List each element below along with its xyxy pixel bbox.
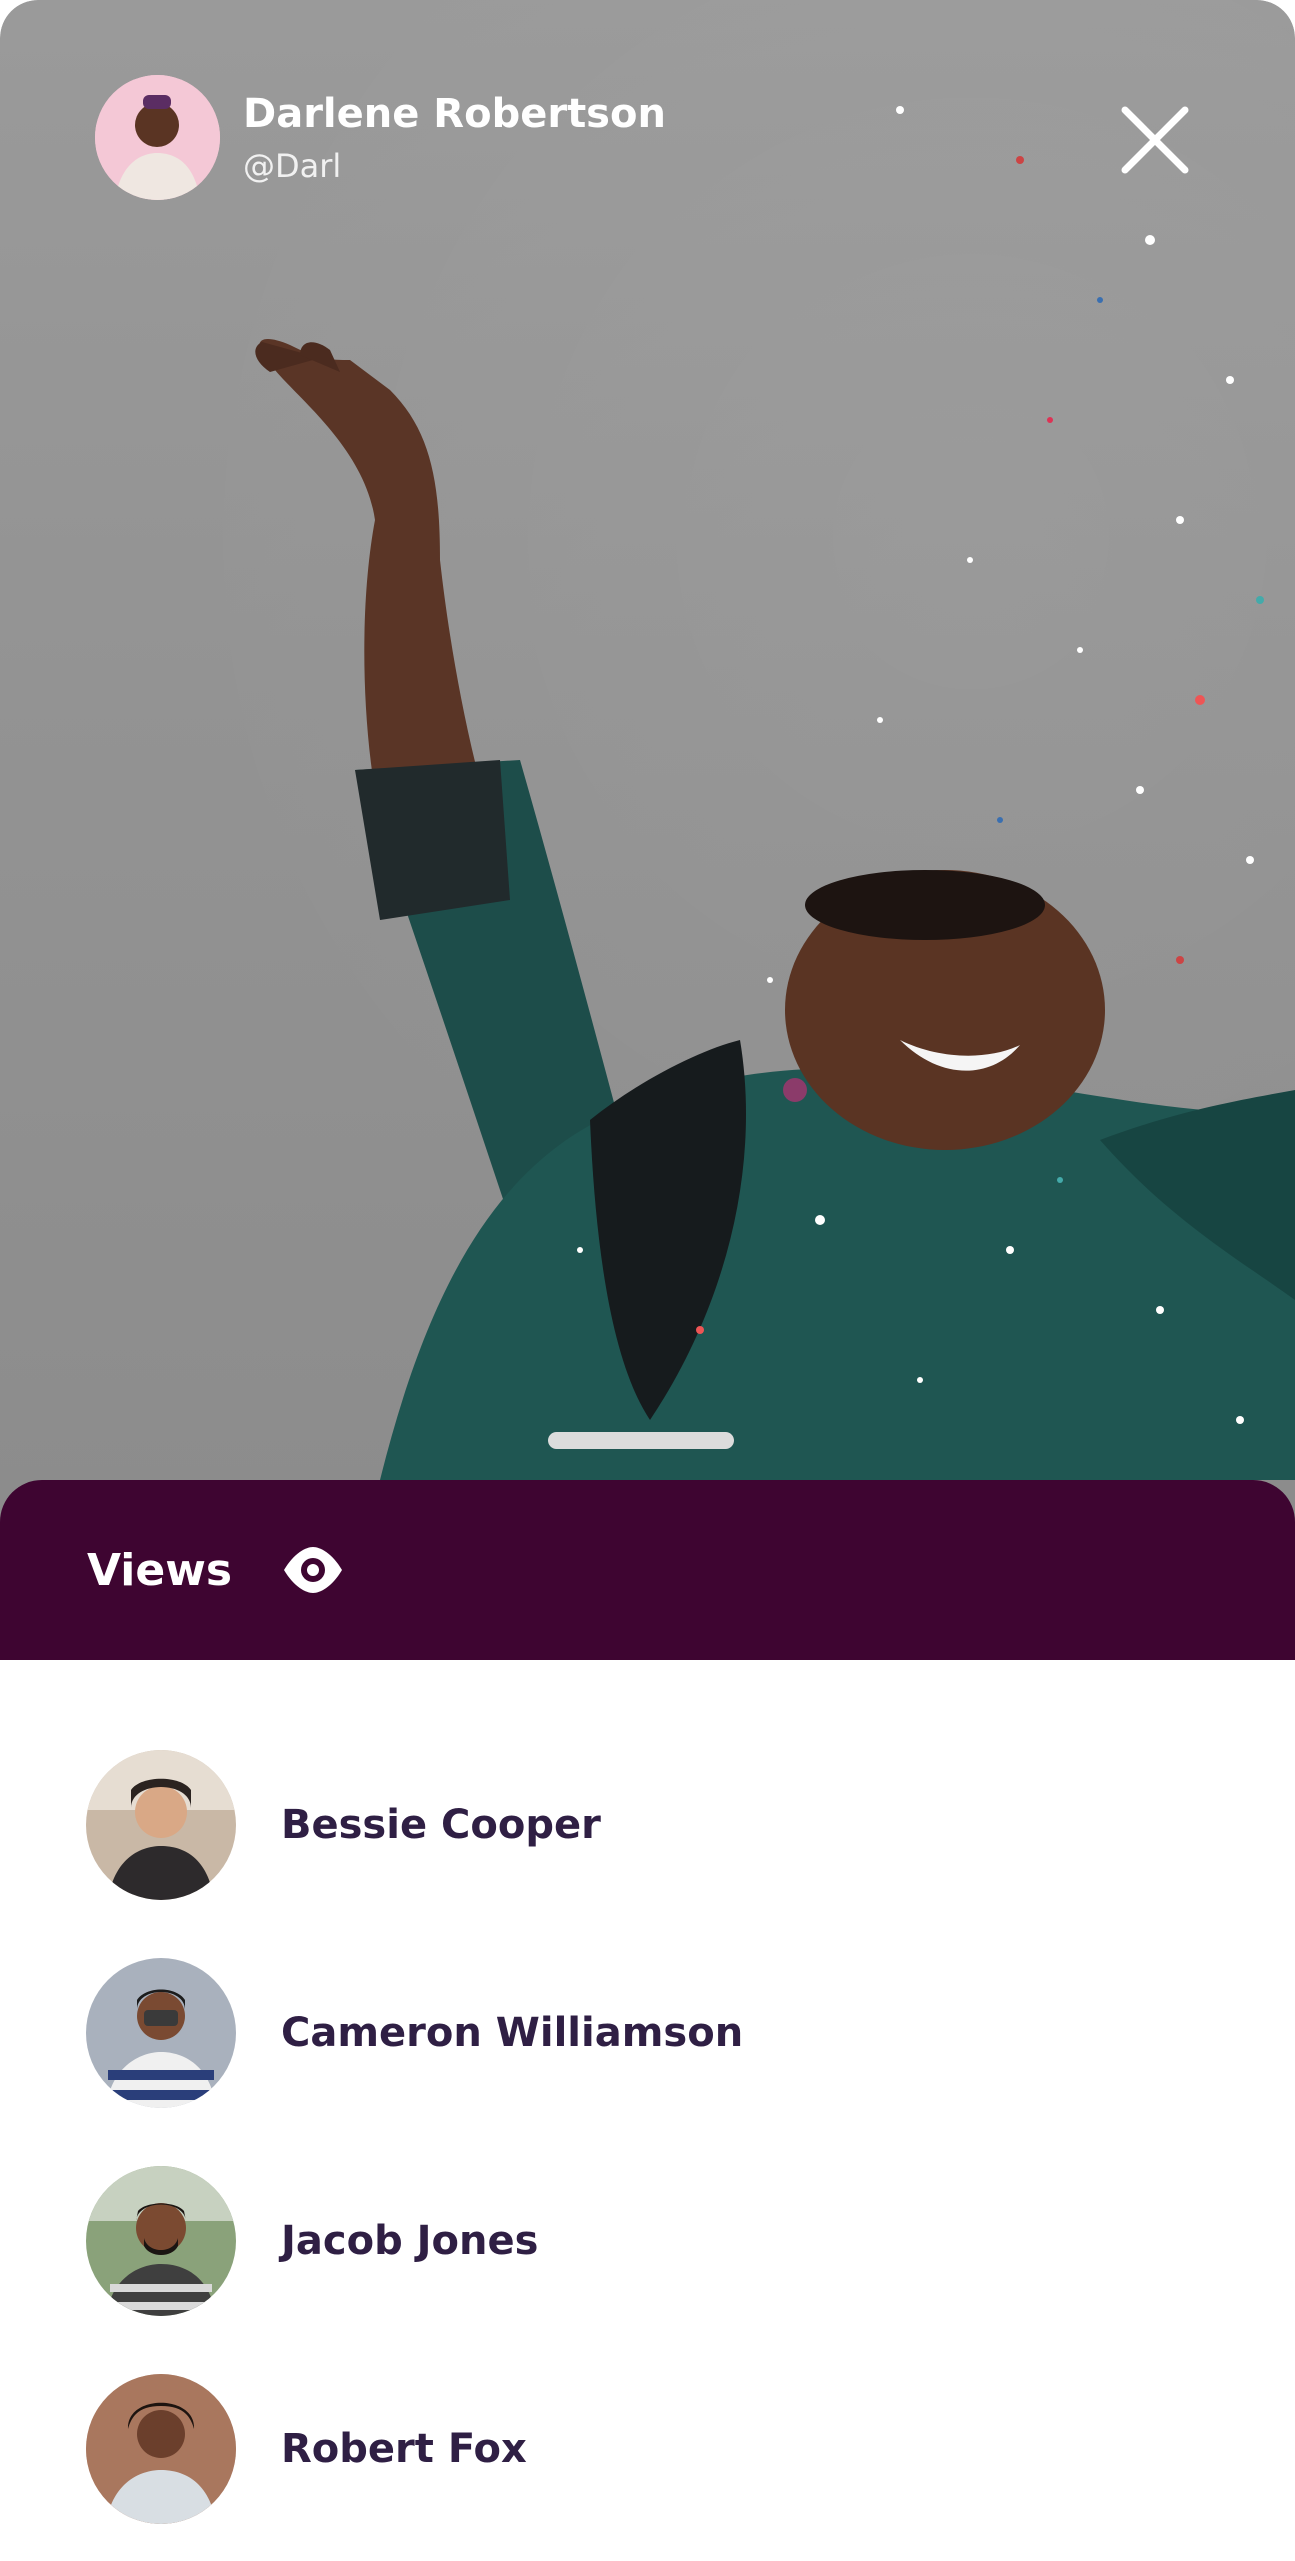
author-info: Darlene Robertson @Darl (243, 88, 666, 188)
story-photo[interactable]: Darlene Robertson @Darl (0, 0, 1295, 1530)
story-header: Darlene Robertson @Darl (95, 75, 666, 200)
author-name: Darlene Robertson (243, 90, 666, 137)
eye-icon (284, 1547, 343, 1593)
viewer-name: Cameron Williamson (281, 2010, 744, 2056)
author-handle: @Darl (243, 146, 342, 185)
viewer-item[interactable]: Robert Fox (86, 2374, 1206, 2524)
viewers-list: Bessie Cooper Cameron Williamson Jacob J… (0, 1660, 1295, 2561)
viewer-avatar (86, 2374, 236, 2524)
viewer-item[interactable]: Cameron Williamson (86, 1958, 1206, 2108)
story-viewer-screen: Darlene Robertson @Darl Views Bessie Coo… (0, 0, 1295, 2561)
close-icon (1121, 106, 1189, 174)
viewer-name: Bessie Cooper (281, 1802, 601, 1848)
viewer-name: Jacob Jones (281, 2218, 539, 2264)
viewer-name: Robert Fox (281, 2426, 527, 2472)
drag-handle[interactable] (548, 1432, 734, 1449)
close-button[interactable] (1115, 100, 1195, 180)
viewer-avatar (86, 2166, 236, 2316)
views-label: Views (87, 1544, 233, 1596)
viewer-avatar (86, 1750, 236, 1900)
views-panel-header: Views (0, 1480, 1295, 1660)
viewer-avatar (86, 1958, 236, 2108)
viewer-item[interactable]: Bessie Cooper (86, 1750, 1206, 1900)
celebration-photo (255, 106, 1295, 1480)
author-avatar-icon[interactable] (95, 75, 220, 200)
viewer-item[interactable]: Jacob Jones (86, 2166, 1206, 2316)
